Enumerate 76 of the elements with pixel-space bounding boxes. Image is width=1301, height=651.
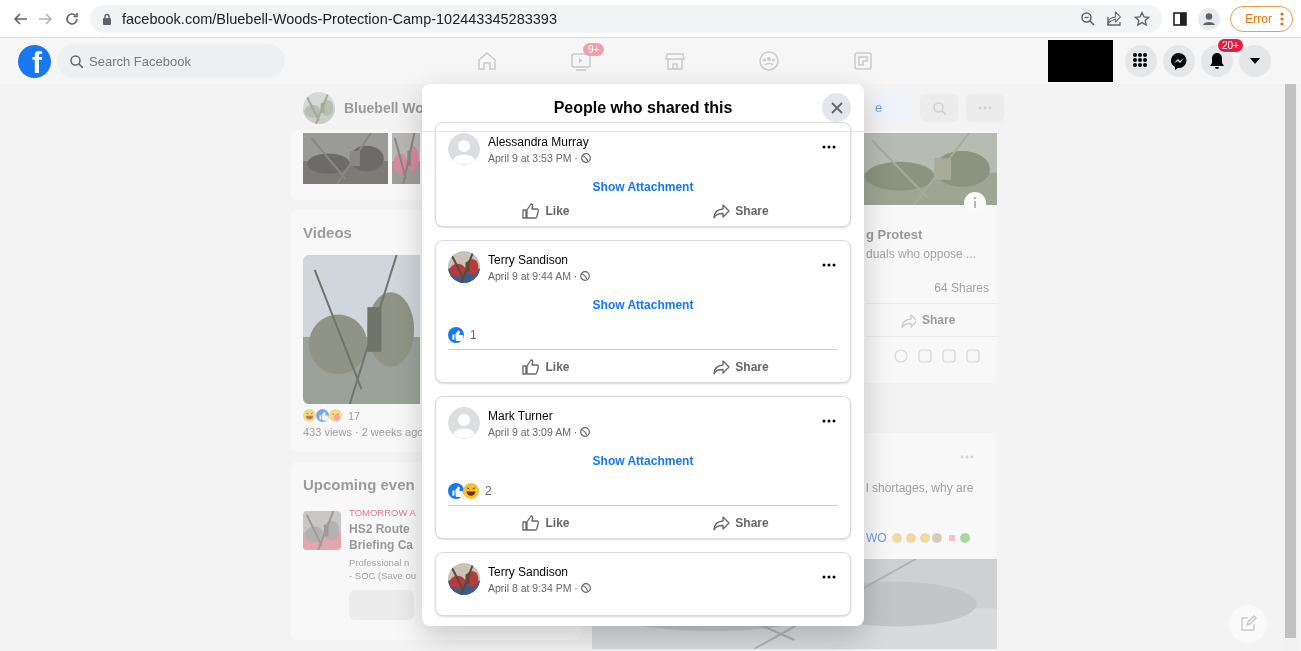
kebab-icon [1280, 11, 1284, 26]
search-icon [69, 54, 83, 68]
post-time[interactable]: April 8 at 9:34 PM · [488, 582, 578, 594]
hug-reaction-icon [329, 409, 342, 422]
event-description: Professional n - SOC (Save ou [349, 556, 417, 582]
like-button[interactable]: Like [448, 351, 643, 382]
laughing-reaction-icon [463, 483, 479, 499]
post-time[interactable]: April 9 at 9:44 AM · [488, 270, 578, 282]
like-reaction-icon [316, 409, 329, 422]
close-icon [829, 100, 844, 115]
post-title: g Protest [866, 227, 924, 242]
user-name[interactable]: Terry Sandison [488, 565, 814, 579]
caret-button[interactable] [1239, 45, 1271, 77]
count-badge: 9+ [583, 43, 605, 56]
thumbs-up-icon [521, 357, 541, 376]
user-name[interactable]: Alessandra Murray [488, 135, 814, 149]
avatar-icon [448, 133, 480, 165]
error-button[interactable]: Error [1230, 5, 1293, 32]
reaction-count: 17 [348, 409, 361, 422]
address-bar[interactable]: facebook.com/Bluebell-Woods-Protection-Camp-102443345283393 [90, 4, 1163, 33]
redaction-box [1048, 40, 1113, 82]
lock-icon [102, 12, 112, 25]
edit-icon [1239, 615, 1257, 633]
more-icon[interactable] [822, 263, 836, 267]
zoom-out-icon[interactable] [1080, 10, 1097, 27]
more-icon[interactable] [822, 575, 836, 579]
avatar-icon [448, 407, 480, 439]
grid-button[interactable] [1125, 45, 1157, 77]
star-icon[interactable] [1134, 10, 1151, 27]
reaction-count: 1 [470, 328, 477, 342]
search-bar[interactable]: Search Facebook [57, 44, 285, 78]
side-panel-icon[interactable] [1172, 10, 1189, 27]
like-button[interactable]: Like [448, 195, 643, 226]
user-name[interactable]: Mark Turner [488, 409, 814, 423]
store-icon [664, 50, 686, 72]
user-name[interactable]: Terry Sandison [488, 253, 814, 267]
show-attachment-link[interactable]: Show Attachment [592, 180, 694, 194]
home-icon [476, 50, 498, 72]
messenger-icon [1169, 51, 1189, 71]
dialog-title: People who shared this [553, 98, 733, 117]
more-icon[interactable] [822, 419, 836, 423]
share-count: 64 Shares [866, 261, 997, 304]
more-icon[interactable] [822, 145, 836, 149]
post-text: l shortages, why are [866, 481, 975, 495]
search-icon [932, 100, 946, 115]
share-button[interactable]: Share [643, 507, 838, 538]
post-time[interactable]: April 9 at 3:53 PM · [488, 152, 578, 164]
profile-icon[interactable] [1198, 7, 1221, 30]
count-badge: 20+ [1217, 38, 1244, 53]
search-field[interactable]: Search Facebook [89, 53, 273, 69]
show-attachment-link[interactable]: Show Attachment [592, 454, 694, 468]
like-button[interactable]: Like [448, 507, 643, 538]
square-icon [852, 50, 874, 72]
more-icon [978, 105, 992, 110]
event-date: TOMORROW A [349, 507, 416, 518]
messenger-button[interactable] [1163, 45, 1195, 77]
share-icon [900, 312, 916, 328]
bell-icon [1207, 51, 1227, 71]
caret-icon [1250, 58, 1260, 64]
back-icon[interactable] [12, 10, 28, 27]
reload-icon[interactable] [64, 10, 80, 27]
like-reaction-icon [448, 483, 464, 499]
like-reaction-icon [448, 327, 464, 343]
reaction-count: 2 [485, 484, 492, 498]
close-button[interactable] [822, 93, 851, 122]
thumbs-up-icon [521, 513, 541, 532]
post-time[interactable]: April 9 at 3:09 AM · [488, 426, 578, 438]
share-button[interactable]: Share [643, 351, 838, 382]
section-title: Videos [303, 224, 352, 241]
thumbs-up-icon [521, 201, 541, 220]
show-attachment-link[interactable]: Show Attachment [592, 298, 694, 312]
facebook-logo[interactable]: f [18, 44, 51, 78]
post-subtitle: duals who oppose ... [866, 247, 978, 261]
section-title: Upcoming even [303, 476, 415, 493]
share-button[interactable]: Share [643, 195, 838, 226]
laughing-reaction-icon [303, 409, 316, 422]
